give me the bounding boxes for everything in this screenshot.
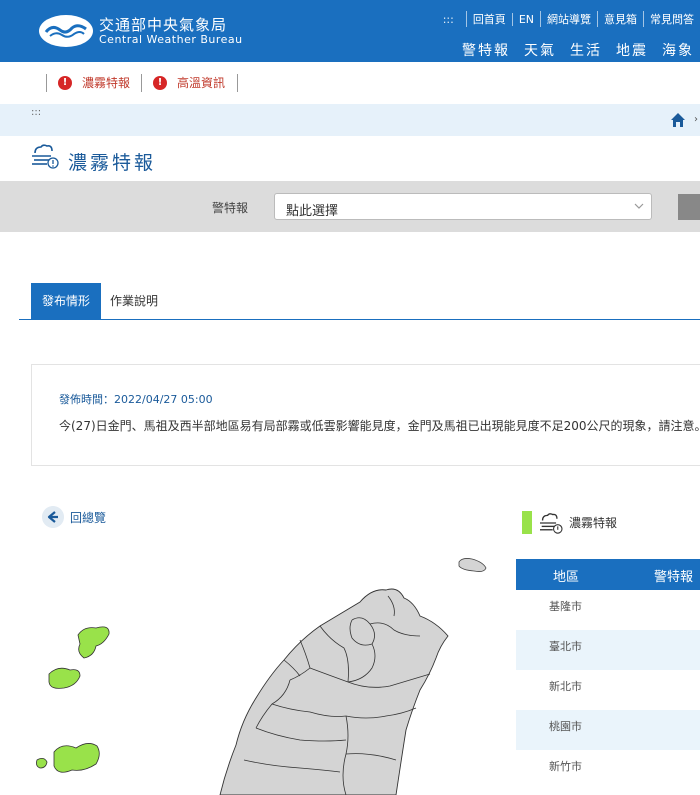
table-row[interactable]: 新北市 <box>516 670 700 710</box>
legend-label: 濃霧特報 <box>569 516 618 530</box>
divider <box>46 74 47 92</box>
island-taiwan <box>219 588 449 795</box>
site-header: 交通部中央氣象局 Central Weather Bureau ::: 回首頁 … <box>0 0 700 62</box>
map-legend: 濃霧特報 <box>522 511 617 534</box>
island-kinmen <box>53 743 100 773</box>
link-feedback[interactable]: 意見箱 <box>597 11 643 27</box>
alert-fog[interactable]: ! 濃霧特報 <box>58 74 130 91</box>
island-matsu-north <box>77 626 110 659</box>
nav-marine[interactable]: 海象 <box>662 40 694 60</box>
go-button[interactable] <box>678 194 700 220</box>
back-to-overview-link[interactable]: 回總覽 <box>42 506 106 528</box>
issue-time: 發佈時間：2022/04/27 05:00 <box>59 393 213 406</box>
nav-warnings[interactable]: 警特報 <box>462 40 510 60</box>
table-header: 地區 警特報 <box>516 559 700 590</box>
chevron-down-icon <box>634 203 644 209</box>
nav-weather[interactable]: 天氣 <box>524 40 556 60</box>
select-value: 點此選擇 <box>286 204 339 219</box>
table-row[interactable]: 新竹市 <box>516 750 700 790</box>
cwb-logo-icon[interactable] <box>38 14 94 48</box>
region-cell: 新北市 <box>549 680 582 693</box>
divider <box>141 74 142 92</box>
alert-icon: ! <box>58 75 72 90</box>
fog-warning-icon <box>32 144 59 169</box>
alert-fog-label: 濃霧特報 <box>82 76 131 90</box>
brand-name-zh[interactable]: 交通部中央氣象局 <box>99 14 227 35</box>
fog-warning-icon <box>540 512 563 534</box>
table-row[interactable]: 基隆市 <box>516 590 700 630</box>
warning-select[interactable]: 點此選擇 <box>274 193 652 220</box>
back-label: 回總覽 <box>70 510 107 525</box>
breadcrumb: ::: › <box>0 104 700 136</box>
breadcrumb-separator: › <box>694 114 698 125</box>
region-cell: 桃園市 <box>549 720 582 733</box>
warning-selector-bar: 警特報 點此選擇 <box>0 181 700 232</box>
fog-warning-map[interactable] <box>0 540 505 795</box>
table-row[interactable]: 桃園市 <box>516 710 700 750</box>
column-warning: 警特報 <box>654 570 694 585</box>
tab-bar: 發布情形 作業說明 <box>19 283 700 320</box>
tab-operations[interactable]: 作業說明 <box>110 283 158 320</box>
notice-text: 今(27)日金門、馬祖及西半部地區易有局部霧或低雲影響能見度，金門及馬祖已出現能… <box>59 419 700 433</box>
top-links: ::: 回首頁 EN 網站導覽 意見箱 常見問答 <box>443 11 700 27</box>
link-sitemap[interactable]: 網站導覽 <box>540 11 597 27</box>
table-row[interactable]: 臺北市 <box>516 630 700 670</box>
link-english[interactable]: EN <box>511 12 540 26</box>
main-nav: 警特報 天氣 生活 地震 海象 <box>448 40 694 60</box>
notice-panel: 發佈時間：2022/04/27 05:00 今(27)日金門、馬祖及西半部地區易… <box>31 364 700 466</box>
breadcrumb-dots[interactable]: ::: <box>31 107 41 118</box>
alert-heat[interactable]: ! 高溫資訊 <box>153 74 225 91</box>
home-icon[interactable] <box>670 112 686 128</box>
accesskey-dots[interactable]: ::: <box>443 13 454 26</box>
region-cell: 臺北市 <box>549 640 582 653</box>
brand-name-en[interactable]: Central Weather Bureau <box>99 33 243 46</box>
link-home[interactable]: 回首頁 <box>465 11 512 27</box>
island-matsu-south <box>48 667 81 689</box>
link-faq[interactable]: 常見問答 <box>643 11 700 27</box>
region-cell: 基隆市 <box>549 600 582 613</box>
island-pengjia <box>458 558 487 572</box>
arrow-left-icon <box>42 506 64 528</box>
alert-icon: ! <box>153 75 167 90</box>
alert-heat-label: 高溫資訊 <box>177 76 226 90</box>
selector-label: 警特報 <box>212 201 249 215</box>
legend-swatch <box>522 511 532 534</box>
nav-earthquake[interactable]: 地震 <box>616 40 648 60</box>
column-region: 地區 <box>553 570 580 585</box>
nav-life[interactable]: 生活 <box>570 40 602 60</box>
region-cell: 新竹市 <box>549 760 582 773</box>
alert-bar: ! 濃霧特報 ! 高溫資訊 <box>0 62 700 104</box>
tab-status[interactable]: 發布情形 <box>31 283 101 320</box>
divider <box>237 74 238 92</box>
island-lesser-kinmen <box>36 758 48 769</box>
page-title: 濃霧特報 <box>68 152 157 174</box>
region-table: 地區 警特報 基隆市 臺北市 新北市 桃園市 新竹市 <box>516 559 700 790</box>
